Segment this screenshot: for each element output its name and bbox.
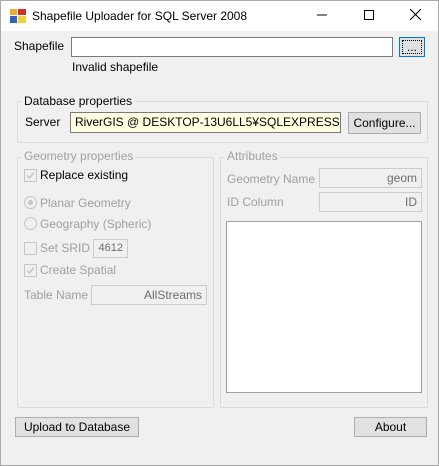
id-column-field[interactable]: ID <box>319 192 422 212</box>
close-button[interactable] <box>392 1 438 31</box>
table-name-label: Table Name <box>24 288 89 302</box>
browse-button[interactable]: ... <box>399 37 425 57</box>
create-spatial-label: Create Spatial <box>40 263 117 277</box>
replace-existing-checkbox[interactable] <box>24 169 37 182</box>
shapefile-label: Shapefile <box>14 39 65 53</box>
geography-spheric-label: Geography (Spheric) <box>40 217 152 231</box>
maximize-button[interactable] <box>346 1 392 31</box>
planar-geometry-radio[interactable] <box>24 196 37 209</box>
upload-to-database-button[interactable]: Upload to Database <box>15 417 139 437</box>
window-title: Shapefile Uploader for SQL Server 2008 <box>32 9 248 23</box>
minimize-button[interactable] <box>299 1 345 31</box>
radio-selected-dot <box>28 200 33 205</box>
main-window: Shapefile Uploader for SQL Server 2008 S… <box>0 0 439 466</box>
close-icon <box>409 8 421 23</box>
shapefile-status: Invalid shapefile <box>72 60 159 74</box>
configure-button-label: Configure... <box>353 116 416 130</box>
geometry-name-field[interactable]: geom <box>319 168 422 188</box>
server-field[interactable]: RiverGIS @ DESKTOP-13U6LL5¥SQLEXPRESS <box>70 112 341 133</box>
checkmark-icon <box>26 172 35 180</box>
srid-field[interactable]: 4612 <box>93 239 128 258</box>
app-icon <box>10 9 26 23</box>
planar-geometry-label: Planar Geometry <box>40 196 131 210</box>
minimize-icon <box>317 9 327 23</box>
title-bar: Shapefile Uploader for SQL Server 2008 <box>1 1 438 31</box>
geometry-properties-title: Geometry properties <box>22 149 136 163</box>
upload-button-label: Upload to Database <box>23 420 131 434</box>
geometry-name-label: Geometry Name <box>227 172 316 186</box>
browse-button-label: ... <box>406 40 417 54</box>
id-column-label: ID Column <box>227 195 284 209</box>
set-srid-checkbox[interactable] <box>24 242 37 255</box>
server-label: Server <box>25 115 61 129</box>
configure-button[interactable]: Configure... <box>348 112 421 134</box>
database-properties-title: Database properties <box>22 94 135 108</box>
geography-spheric-radio[interactable] <box>24 217 37 230</box>
maximize-icon <box>364 9 374 23</box>
set-srid-label: Set SRID <box>40 241 91 255</box>
geometry-properties-group <box>17 157 214 408</box>
replace-existing-label: Replace existing <box>40 168 129 182</box>
about-button-label: About <box>374 420 407 434</box>
attributes-title: Attributes <box>225 149 280 163</box>
table-name-field[interactable]: AllStreams <box>91 285 207 305</box>
shapefile-input[interactable] <box>71 37 393 57</box>
attributes-list[interactable] <box>226 221 422 393</box>
create-spatial-checkbox[interactable] <box>24 264 37 277</box>
about-button[interactable]: About <box>354 417 427 437</box>
checkmark-icon <box>26 267 35 275</box>
